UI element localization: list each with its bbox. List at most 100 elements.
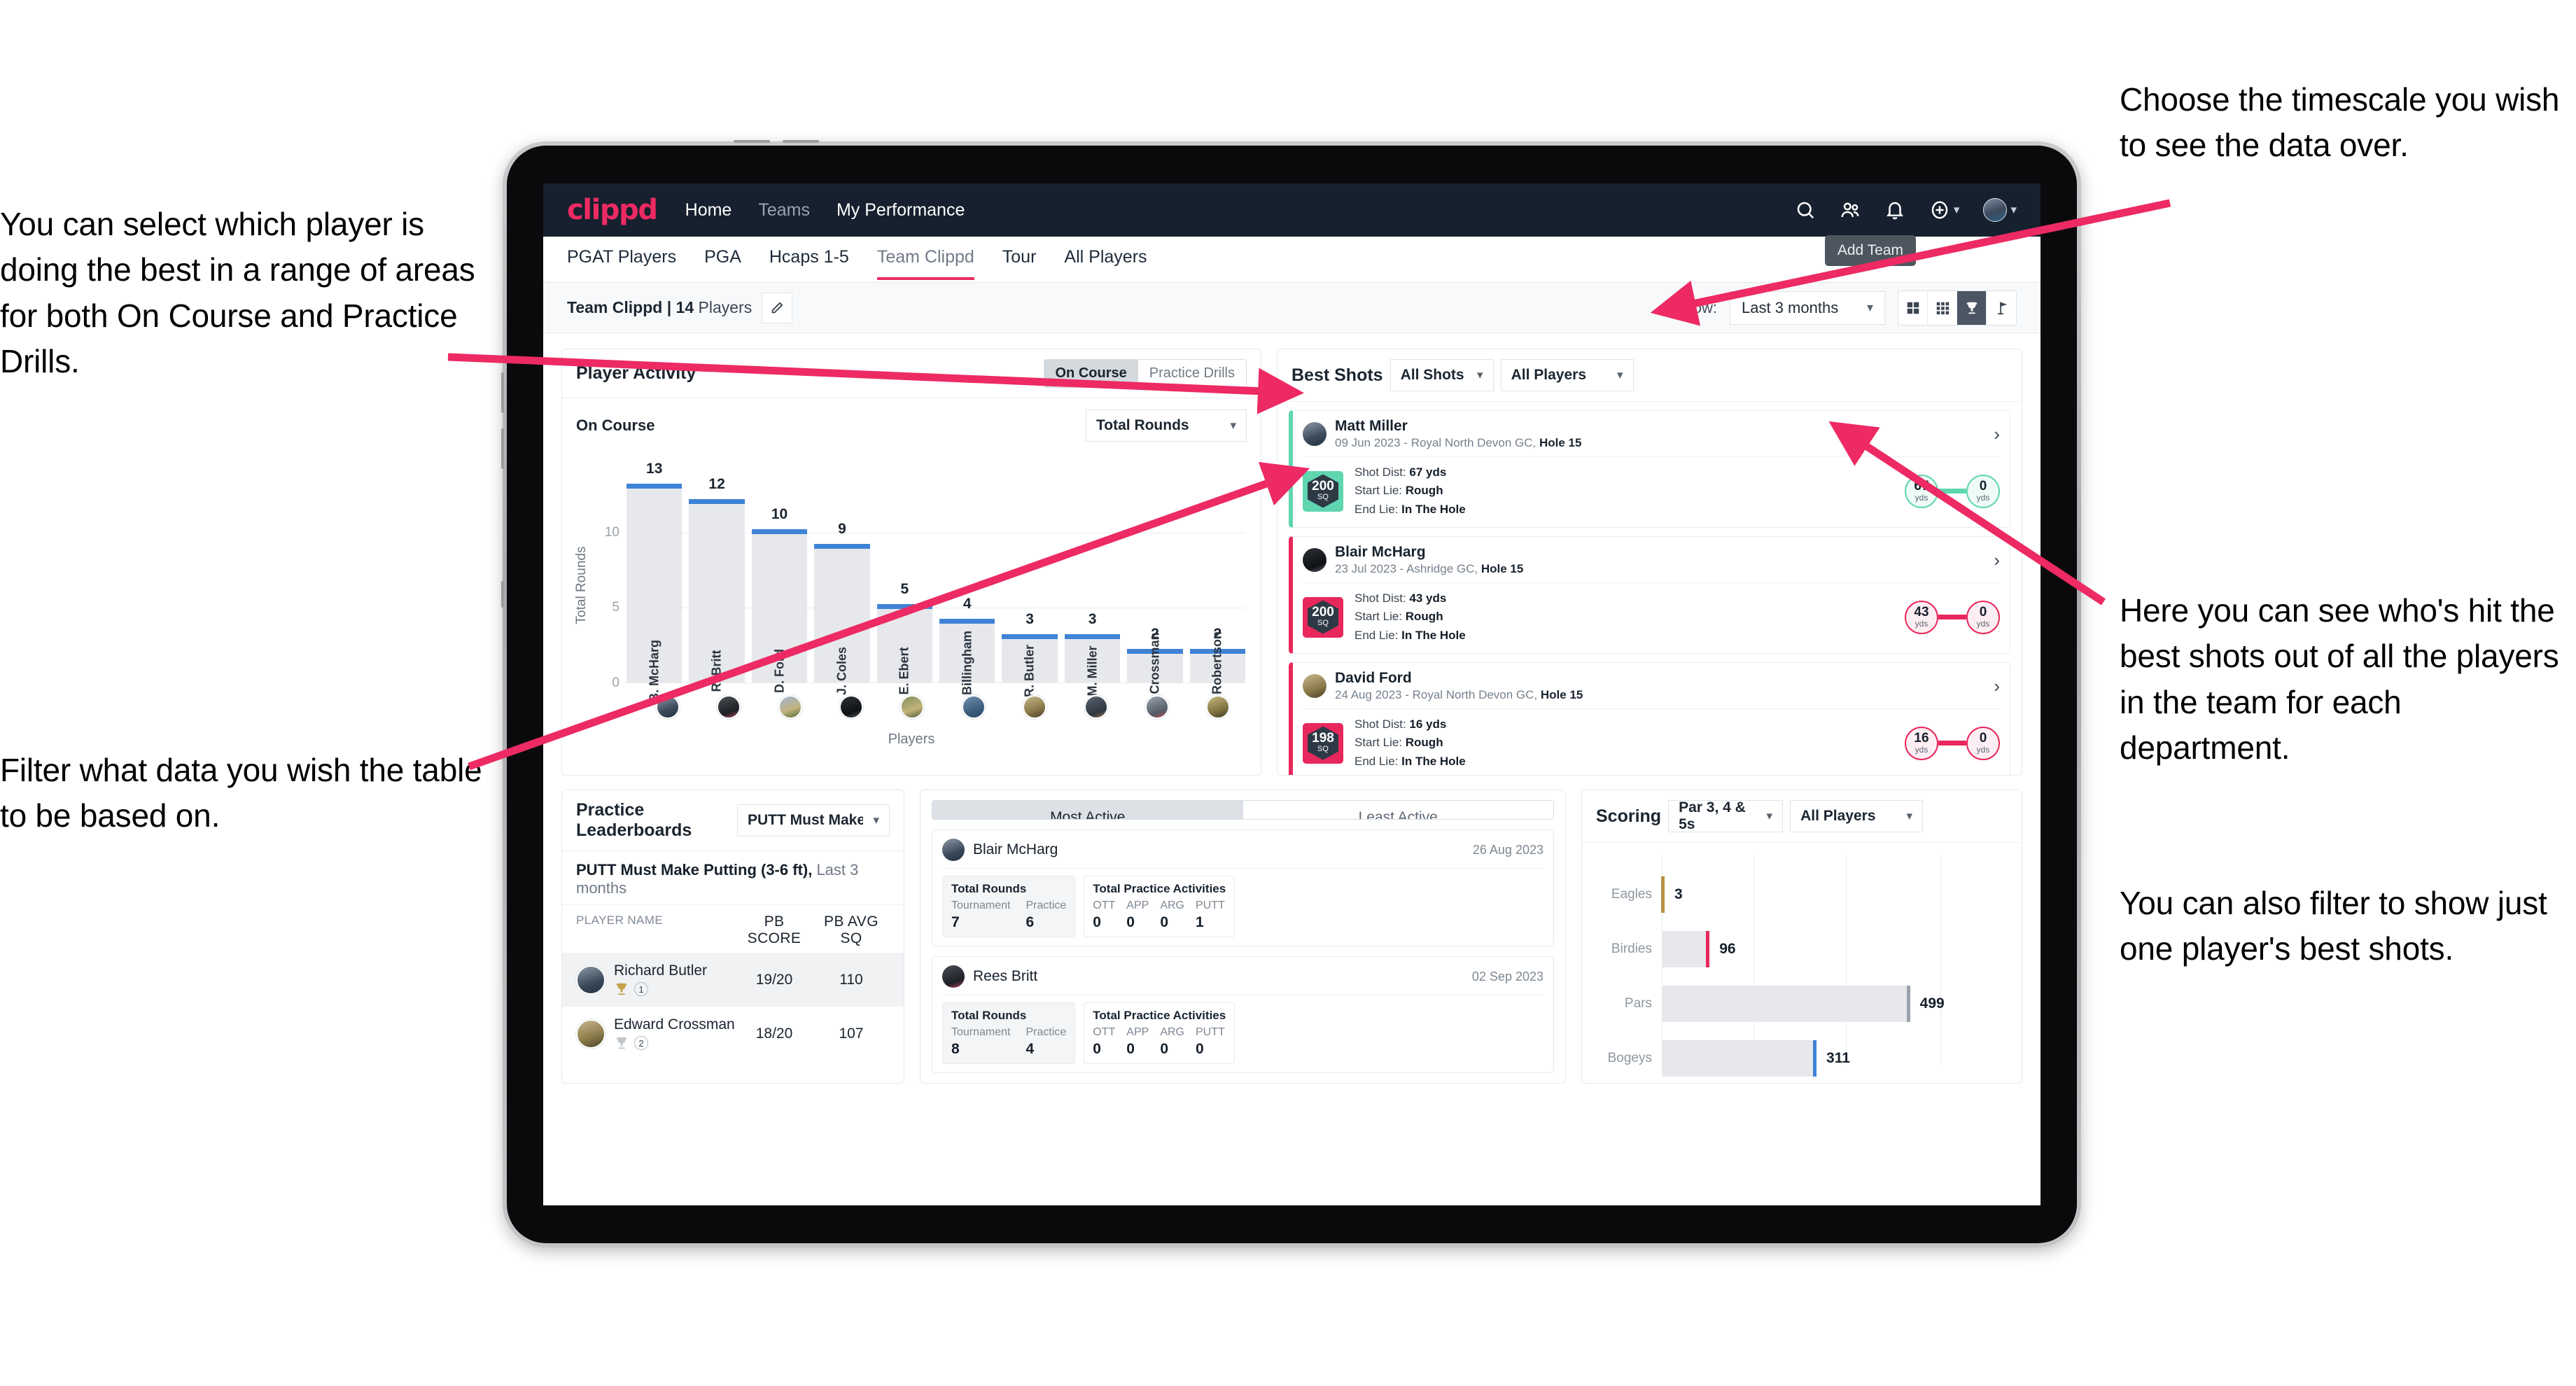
best-shot-card[interactable]: Matt Miller 09 Jun 2023 - Royal North Dev… bbox=[1289, 410, 2010, 528]
account-menu[interactable]: ▾ bbox=[1983, 198, 2017, 222]
chart-bar[interactable]: 2 C. Robertson bbox=[1189, 626, 1246, 710]
end-distance-value: 0 bbox=[1979, 731, 1987, 746]
player-avatar[interactable] bbox=[961, 695, 986, 719]
segment-on-course[interactable]: On Course bbox=[1044, 360, 1138, 387]
activity-card-item[interactable]: Rees Britt 02 Sep 2023 Total Rounds Tournam… bbox=[932, 956, 1554, 1073]
player-avatar[interactable] bbox=[900, 695, 925, 719]
practice-leaderboards-title: Practice Leaderboards bbox=[576, 800, 692, 840]
scoring-bar-row[interactable]: Birdies 96 bbox=[1611, 931, 2006, 967]
avatar[interactable] bbox=[1983, 198, 2008, 222]
player-avatar[interactable] bbox=[655, 695, 680, 719]
chart-bar[interactable]: 5 E. Ebert bbox=[876, 581, 933, 695]
bell-icon[interactable] bbox=[1884, 200, 1905, 220]
app-col: APP 0 bbox=[1126, 899, 1149, 931]
player-avatar[interactable] bbox=[1303, 674, 1326, 699]
chart-bar[interactable]: 9 J. Coles bbox=[814, 521, 870, 695]
best-shot-card[interactable]: Blair McHarg 23 Jul 2023 - Ashridge GC, H… bbox=[1289, 536, 2010, 654]
scoring-bar-row[interactable]: Pars 499 bbox=[1625, 986, 2006, 1022]
activity-card-item[interactable]: Blair McHarg 26 Aug 2023 Total Rounds Tourn… bbox=[932, 830, 1554, 946]
scoring-par-filter[interactable]: Par 3, 4 & 5s ▾ bbox=[1668, 799, 1784, 832]
chart-bar[interactable]: 3 M. Miller bbox=[1064, 611, 1121, 696]
dashboard-content: Player Activity On Course Practice Drill… bbox=[543, 333, 2040, 1099]
tab-tour[interactable]: Tour bbox=[1002, 247, 1037, 272]
chart-bar[interactable]: 2 E. Crossman bbox=[1127, 626, 1183, 710]
on-course-practice-toggle: On Course Practice Drills bbox=[1043, 359, 1247, 388]
view-toggle-group bbox=[1898, 290, 2017, 326]
team-subheader: Team Clippd | 14 Players Show: Last 3 mo… bbox=[543, 283, 2040, 333]
player-avatar[interactable] bbox=[942, 965, 965, 988]
annotation-left-bottom: Filter what data you wish the table to b… bbox=[0, 752, 482, 834]
rank-number: 1 bbox=[634, 982, 648, 996]
nav-link-home[interactable]: Home bbox=[685, 200, 732, 220]
shot-player-name: Matt Miller bbox=[1335, 418, 1408, 434]
badge-unit: SQ bbox=[1317, 493, 1329, 502]
best-shots-shot-filter[interactable]: All Shots ▾ bbox=[1390, 359, 1494, 391]
shot-distance-diagram: 43 yds 0 yds bbox=[1905, 600, 2000, 634]
player-avatar[interactable] bbox=[576, 965, 606, 995]
grid-2x2-icon[interactable] bbox=[1898, 290, 1928, 325]
chart-bar[interactable]: 10 D. Ford bbox=[751, 506, 808, 693]
scoring-bar-row[interactable]: Eagles 3 bbox=[1611, 876, 2006, 913]
device-top-button-2 bbox=[783, 140, 819, 143]
search-icon[interactable] bbox=[1795, 200, 1816, 220]
chart-bar[interactable]: 13 B. McHarg bbox=[626, 461, 682, 702]
chart-bar[interactable]: 4 D. Billingham bbox=[939, 596, 995, 711]
player-avatar[interactable] bbox=[942, 839, 965, 861]
chevron-right-icon[interactable]: › bbox=[1994, 424, 2000, 445]
tab-least-active[interactable]: Least Active bbox=[1242, 801, 1553, 819]
player-avatar[interactable] bbox=[1206, 695, 1231, 719]
scoring-player-filter[interactable]: All Players ▾ bbox=[1790, 800, 1924, 832]
arg-label: ARG bbox=[1160, 899, 1184, 911]
nav-link-teams[interactable]: Teams bbox=[758, 200, 810, 220]
shot-card-body: 198 SQ Shot Dist: 16 yds Start Lie: Rough En… bbox=[1303, 715, 2000, 771]
grid-3x3-icon[interactable] bbox=[1928, 290, 1957, 325]
tab-pga[interactable]: PGA bbox=[704, 247, 741, 272]
player-avatar[interactable] bbox=[1084, 695, 1108, 719]
timescale-select[interactable]: Last 3 months ▾ bbox=[1730, 290, 1885, 325]
player-activity-card: Player Activity On Course Practice Drill… bbox=[561, 349, 1261, 776]
dashboard-row-2: Practice Leaderboards PUTT Must Make Put… bbox=[561, 790, 2022, 1084]
chevron-right-icon[interactable]: › bbox=[1994, 550, 2000, 571]
player-avatar[interactable] bbox=[1144, 695, 1169, 719]
add-menu[interactable]: ▾ bbox=[1929, 200, 1959, 220]
start-distance-unit: yds bbox=[1914, 493, 1928, 503]
player-avatar[interactable] bbox=[1303, 422, 1326, 446]
chevron-down-icon-shots: ▾ bbox=[1477, 368, 1483, 382]
leaderboard-row[interactable]: Richard Butler 1 19/20 110 bbox=[562, 953, 904, 1007]
flag-icon[interactable] bbox=[1987, 291, 2016, 325]
activity-date: 26 Aug 2023 bbox=[1472, 842, 1544, 857]
segment-practice-drills[interactable]: Practice Drills bbox=[1138, 360, 1246, 387]
nav-link-my-performance[interactable]: My Performance bbox=[836, 200, 965, 220]
people-icon[interactable] bbox=[1840, 200, 1861, 220]
trophy-icon[interactable] bbox=[1957, 290, 1987, 325]
tab-most-active[interactable]: Most Active bbox=[932, 801, 1243, 819]
shot-distance-diagram: 67 yds 0 yds bbox=[1905, 474, 2000, 508]
chevron-right-icon[interactable]: › bbox=[1994, 676, 2000, 697]
tab-all-players[interactable]: All Players bbox=[1064, 247, 1147, 272]
best-shots-player-filter[interactable]: All Players ▾ bbox=[1500, 359, 1634, 391]
tab-team-clippd[interactable]: Team Clippd bbox=[876, 247, 974, 280]
end-lie-value: In The Hole bbox=[1401, 502, 1466, 516]
metric-select[interactable]: Total Rounds ▾ bbox=[1086, 410, 1247, 442]
tab-pgat-players[interactable]: PGAT Players bbox=[567, 247, 676, 272]
player-avatar[interactable] bbox=[778, 695, 802, 719]
player-avatar[interactable] bbox=[1023, 695, 1047, 719]
edit-team-button[interactable] bbox=[762, 292, 793, 323]
player-avatar[interactable] bbox=[1303, 548, 1326, 573]
drill-select[interactable]: PUTT Must Make Putting ... ▾ bbox=[737, 804, 890, 836]
player-activity-header: Player Activity On Course Practice Drill… bbox=[562, 349, 1261, 398]
best-shot-card[interactable]: David Ford 24 Aug 2023 - Royal North Devo… bbox=[1289, 662, 2010, 775]
scoring-bar-row[interactable]: Bogeys 311 bbox=[1608, 1040, 2006, 1077]
leaderboard-row[interactable]: Edward Crossman 2 18/20 107 bbox=[562, 1007, 904, 1060]
tab-hcaps-1-5[interactable]: Hcaps 1-5 bbox=[769, 247, 849, 272]
plus-circle-icon[interactable] bbox=[1929, 200, 1950, 220]
clippd-logo[interactable]: clippd bbox=[567, 194, 658, 226]
end-lie-value: In The Hole bbox=[1401, 754, 1466, 768]
activity-card-body: Total Rounds Tournament 7 Practice 6 Total Pr… bbox=[942, 876, 1544, 937]
shot-details: Shot Dist: 43 yds Start Lie: Rough End Lie… bbox=[1354, 589, 1466, 645]
player-avatar[interactable] bbox=[717, 695, 741, 719]
chart-bar[interactable]: 3 R. Butler bbox=[1002, 611, 1058, 697]
player-avatar[interactable] bbox=[576, 1018, 606, 1049]
chart-bar[interactable]: 12 R. Britt bbox=[689, 476, 745, 692]
player-avatar[interactable] bbox=[839, 695, 863, 719]
